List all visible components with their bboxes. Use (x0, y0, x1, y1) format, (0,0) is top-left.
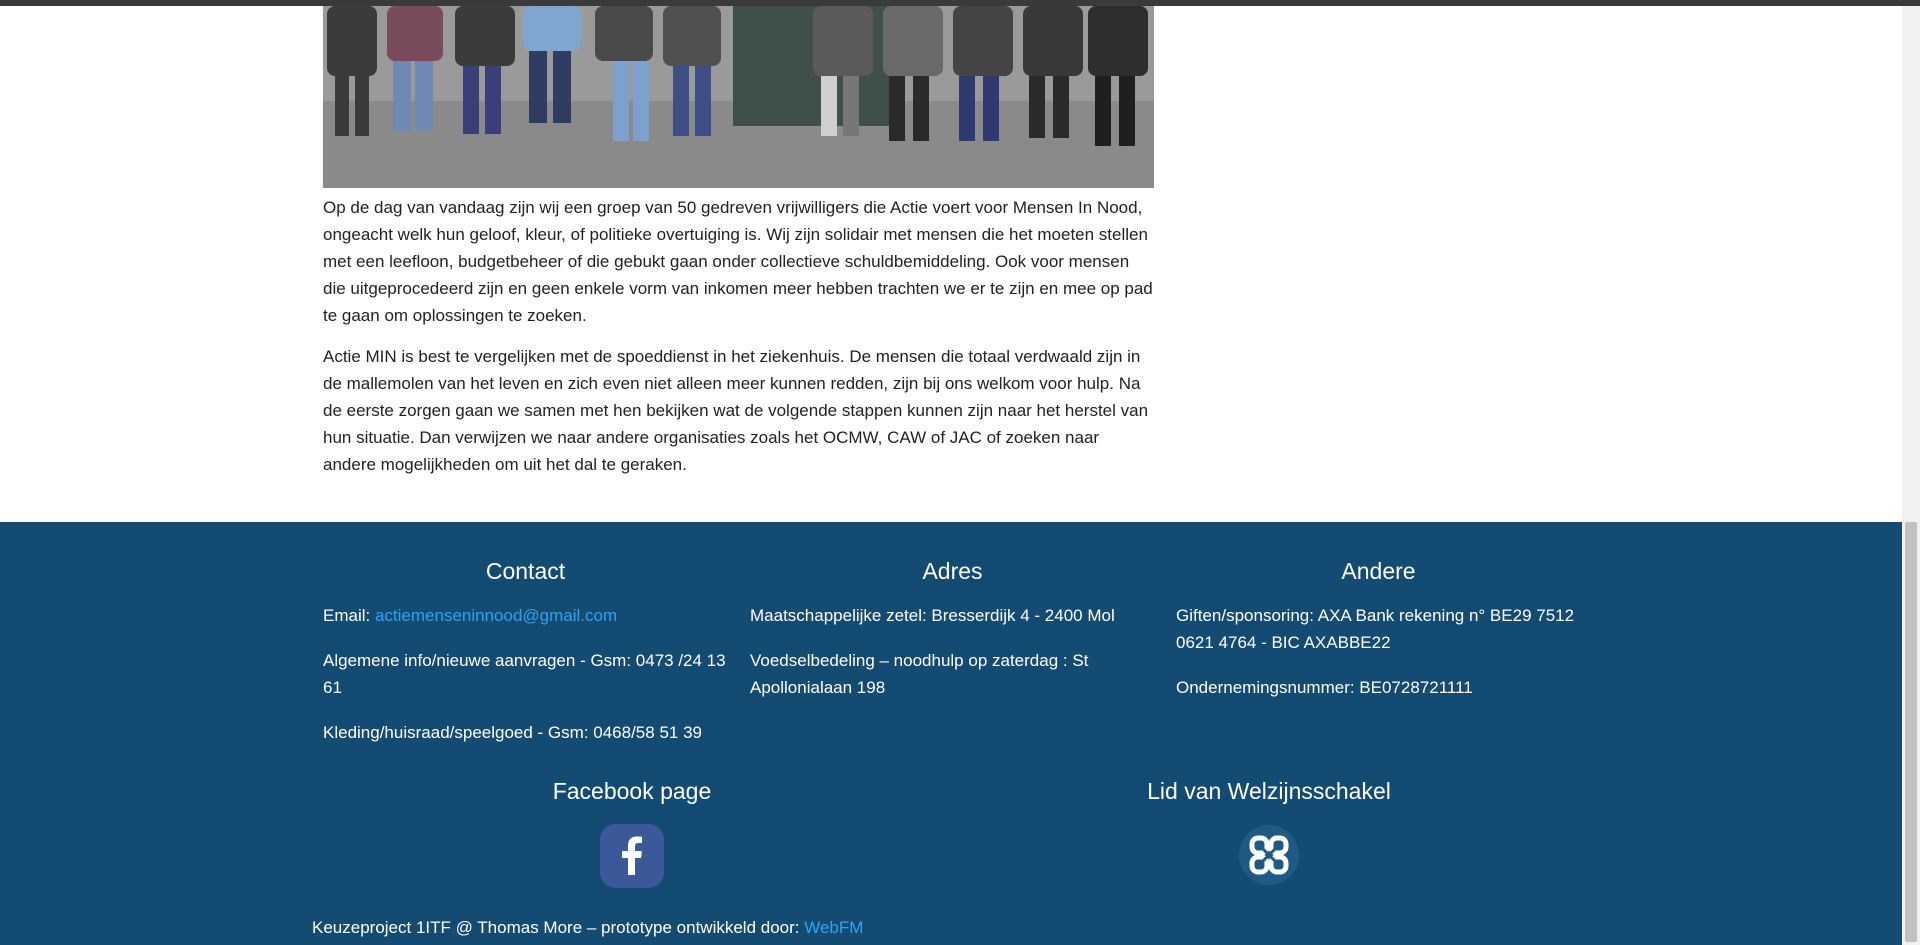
intro-content: Op de dag van vandaag zijn wij een groep… (323, 194, 1153, 492)
group-photo (323, 6, 1154, 188)
footer-contact-column: Contact Email: actiemenseninnood@gmail.c… (323, 556, 728, 764)
andere-giften: Giften/sponsoring: AXA Bank rekening n° … (1176, 606, 1575, 652)
welzijnsschakel-block: Lid van Welzijnsschakel (1106, 776, 1432, 891)
intro-paragraph-1: Op de dag van vandaag zijn wij een groep… (323, 198, 1153, 325)
email-label: Email: (323, 606, 375, 625)
footer-andere-column: Andere Giften/sponsoring: AXA Bank reken… (1176, 556, 1581, 719)
adres-zetel: Maatschappelijke zetel: Bresserdijk 4 - … (750, 606, 1115, 625)
footer-credit: Keuzeproject 1ITF @ Thomas More – protot… (312, 916, 863, 940)
andere-ondernemingsnummer: Ondernemingsnummer: BE0728721111 (1176, 678, 1473, 697)
page-scrollbar-thumb[interactable] (1905, 522, 1917, 942)
andere-heading: Andere (1341, 558, 1416, 584)
facebook-block: Facebook page (469, 776, 795, 893)
webfm-link[interactable]: WebFM (804, 918, 863, 937)
welzijnsschakel-icon (1239, 825, 1299, 885)
contact-email-line: Email: actiemenseninnood@gmail.com (323, 602, 728, 629)
credit-text: Keuzeproject 1ITF @ Thomas More – protot… (312, 918, 805, 937)
contact-heading: Contact (485, 558, 566, 584)
welzijnsschakel-heading: Lid van Welzijnsschakel (1147, 778, 1391, 804)
welzijnsschakel-link[interactable] (1238, 824, 1300, 891)
adres-heading: Adres (922, 558, 983, 584)
adres-voedselbedeling: Voedselbedeling – noodhulp op zaterdag :… (750, 651, 1089, 697)
footer-adres-column: Adres Maatschappelijke zetel: Bresserdij… (750, 556, 1155, 719)
contact-kleding-phone: Kleding/huisraad/speelgoed - Gsm: 0468/5… (323, 723, 702, 742)
facebook-heading: Facebook page (552, 778, 712, 804)
facebook-link[interactable] (600, 824, 664, 893)
intro-paragraph-2: Actie MIN is best te vergelijken met de … (323, 347, 1149, 474)
group-photo-image (323, 6, 1154, 188)
email-link[interactable]: actiemenseninnood@gmail.com (375, 606, 617, 625)
contact-info-phone: Algemene info/nieuwe aanvragen - Gsm: 04… (323, 651, 726, 697)
facebook-icon (600, 824, 664, 888)
site-footer: Contact Email: actiemenseninnood@gmail.c… (0, 522, 1902, 945)
